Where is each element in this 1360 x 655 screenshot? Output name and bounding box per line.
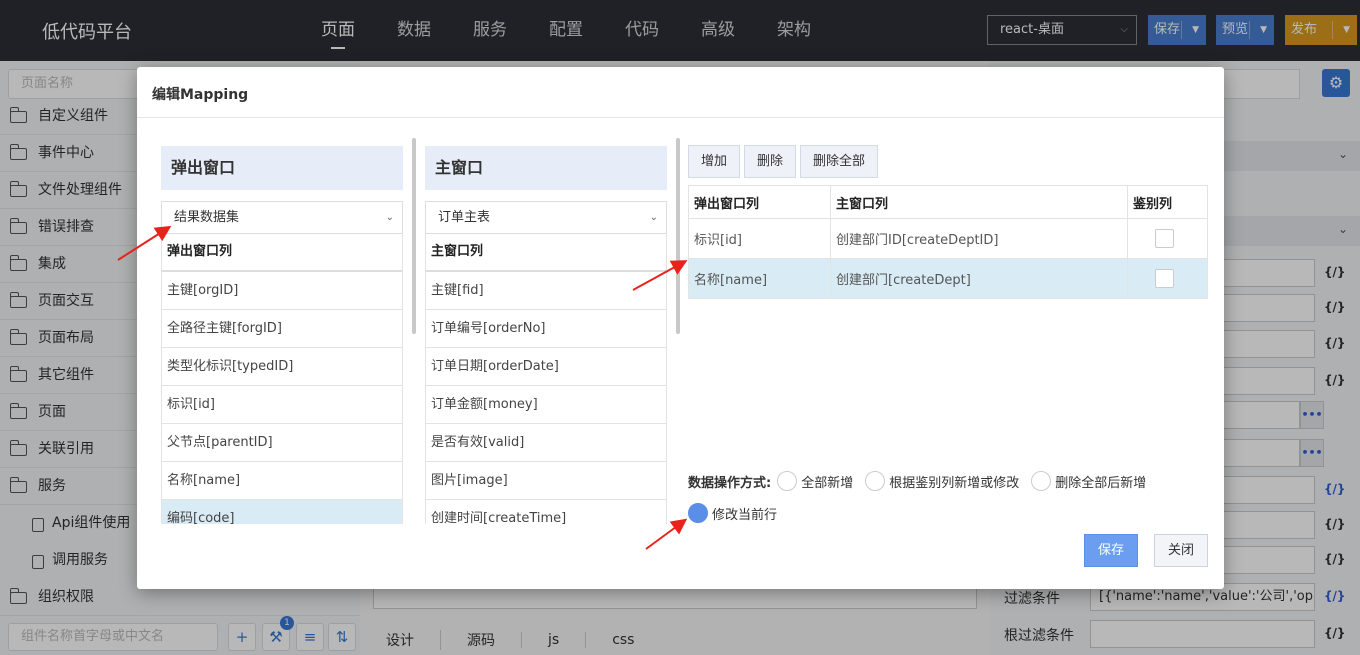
arrow-icon (117, 225, 172, 261)
annotation-arrows (117, 225, 688, 550)
arrow-icon (632, 260, 688, 291)
arrow-icon (645, 518, 688, 550)
